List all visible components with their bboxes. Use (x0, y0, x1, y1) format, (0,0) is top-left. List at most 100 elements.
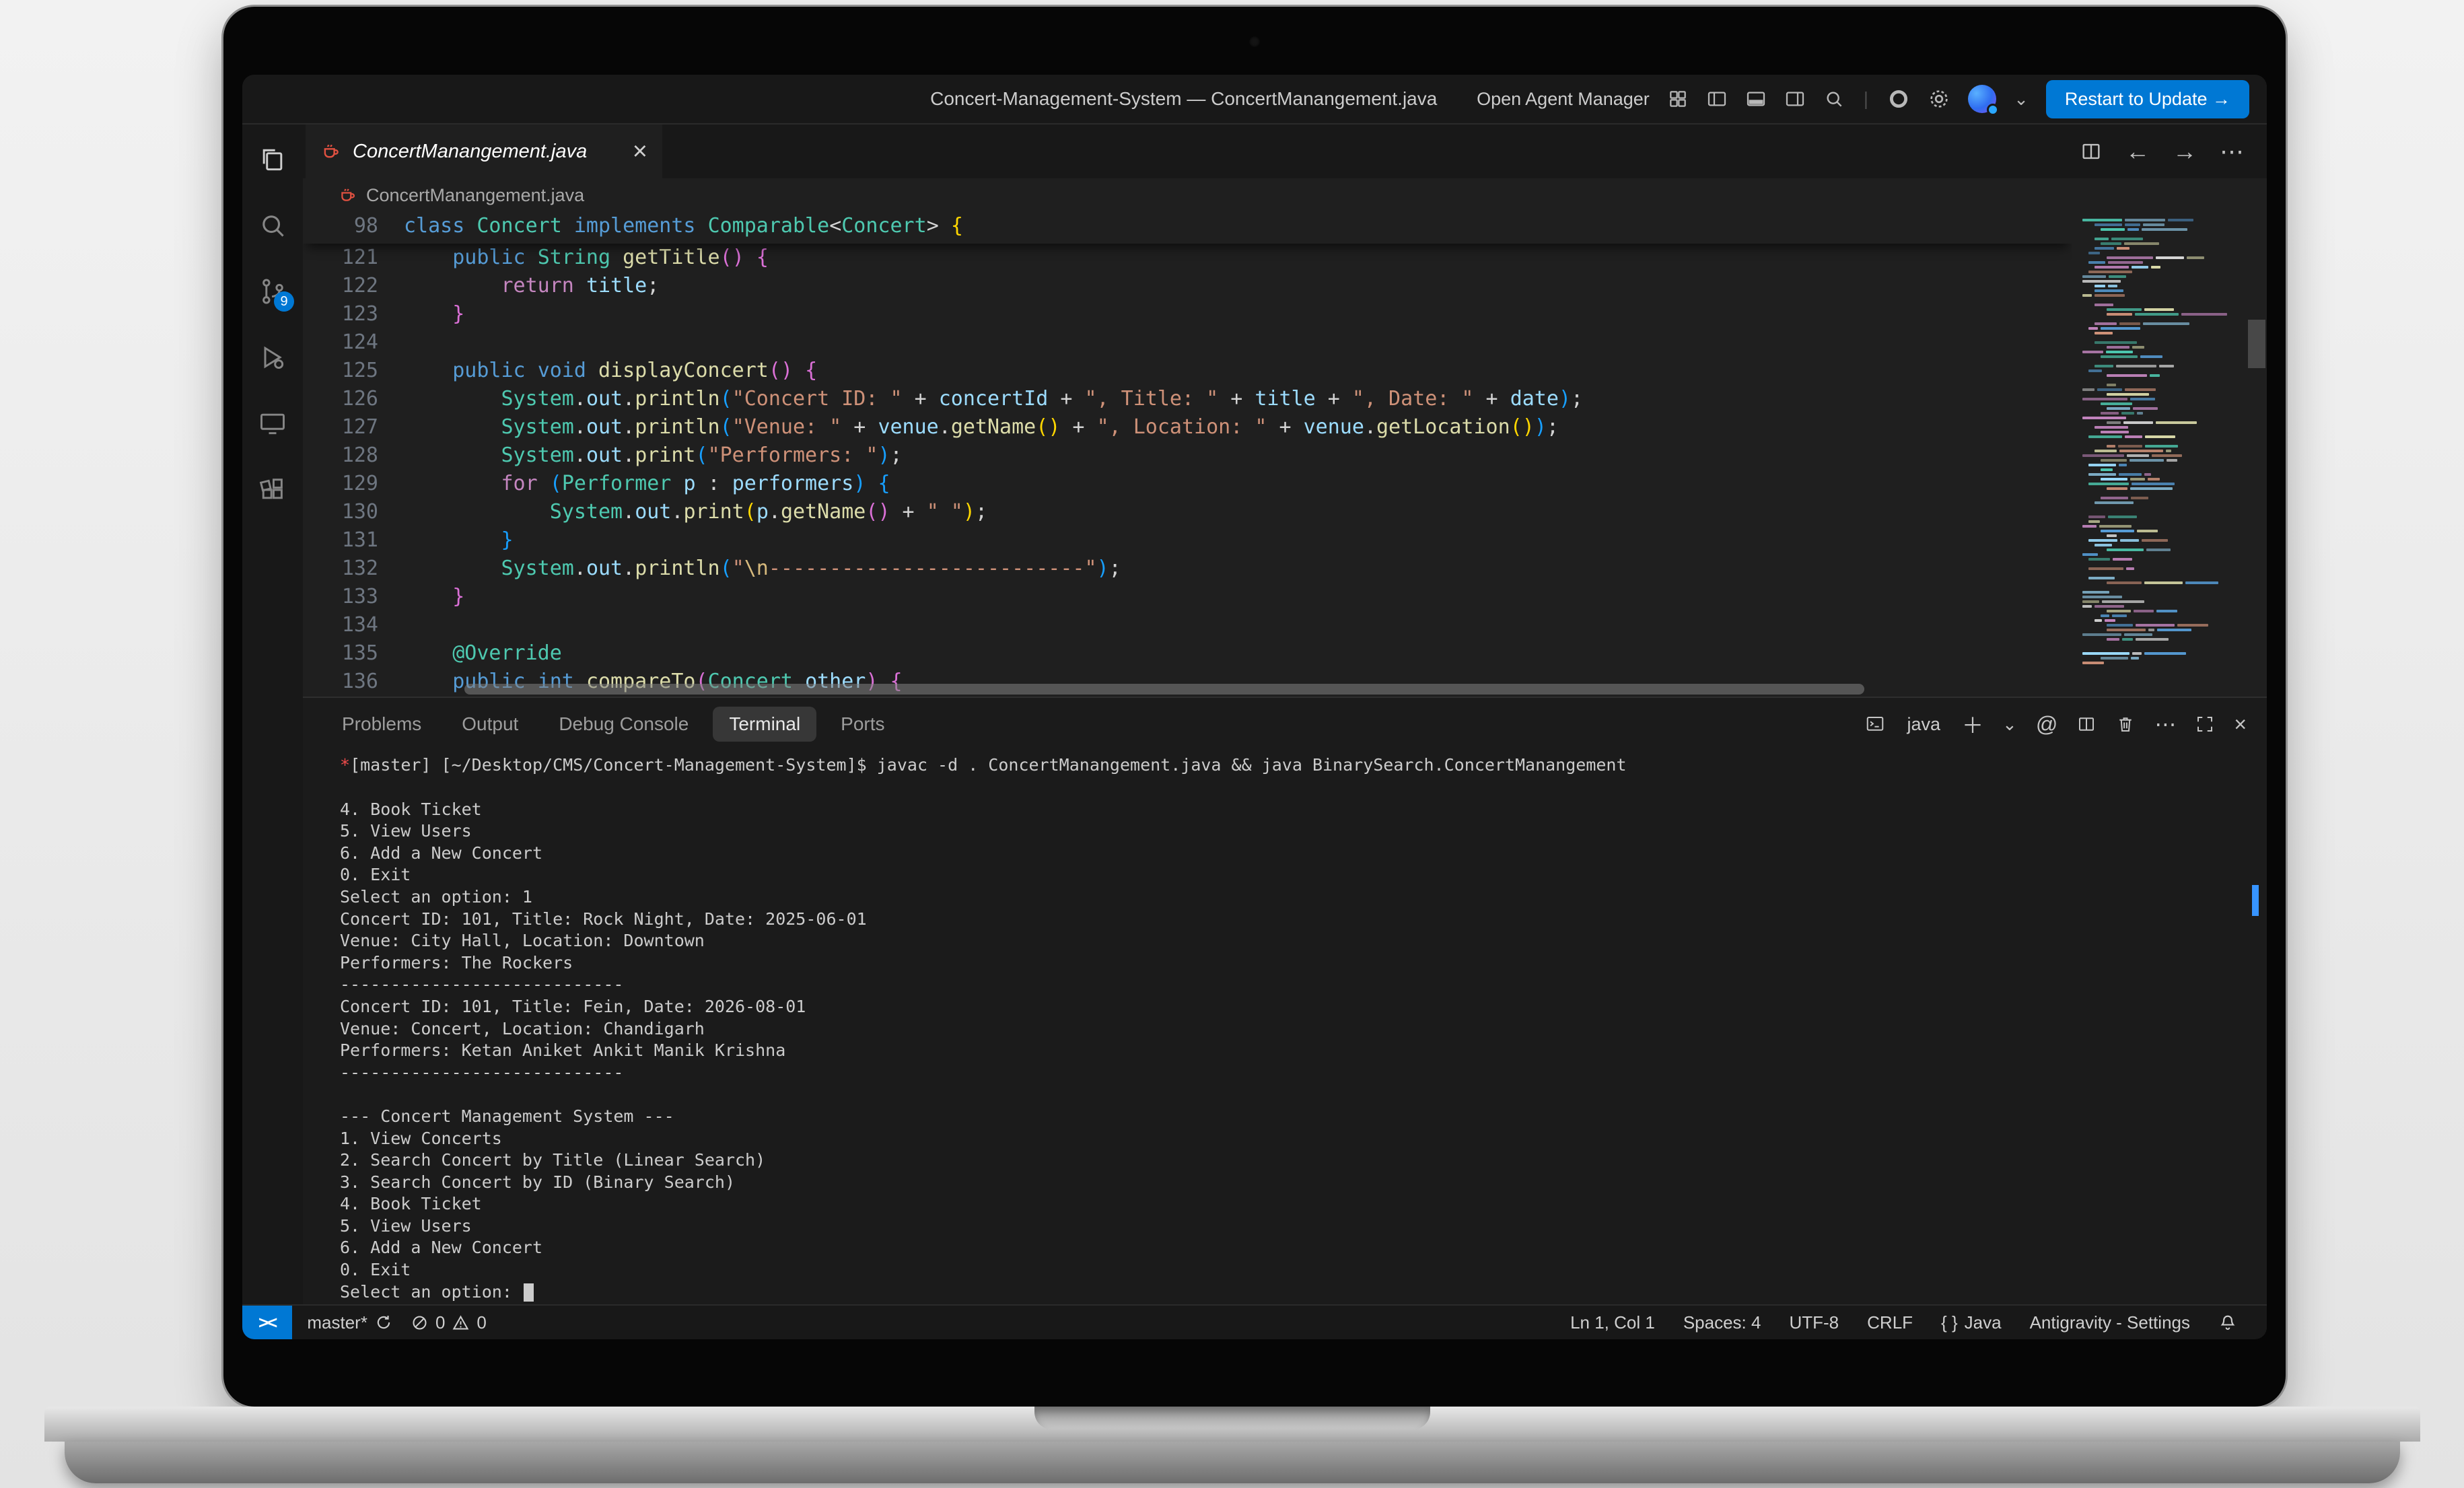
line-number: 132 (303, 555, 404, 583)
code-line[interactable]: 125 public void displayConcert() { (303, 357, 2072, 385)
code-line[interactable]: 135 @Override (303, 639, 2072, 668)
new-terminal-icon[interactable]: ＋ (1962, 709, 1983, 740)
kill-terminal-icon[interactable] (2115, 714, 2136, 734)
code-area[interactable]: 98class Concert implements Comparable<Co… (303, 212, 2072, 697)
layout-grid-icon[interactable] (1667, 88, 1689, 110)
terminal-line: Concert ID: 101, Title: Rock Night, Date… (340, 909, 2267, 931)
editor: 98class Concert implements Comparable<Co… (303, 212, 2267, 697)
account-avatar[interactable] (1968, 85, 1996, 113)
window-title: Concert-Management-System — ConcertManan… (930, 88, 1437, 110)
cursor-position[interactable]: Ln 1, Col 1 (1570, 1312, 1655, 1333)
terminal-input-line[interactable]: Select an option: (340, 1281, 2267, 1304)
language-mode[interactable]: { } Java (1941, 1312, 2002, 1333)
code-line[interactable]: 130 System.out.print(p.getName() + " "); (303, 498, 2072, 526)
warnings-icon (452, 1314, 470, 1332)
tab-close-icon[interactable]: × (633, 139, 647, 164)
terminal-scrollbar-thumb[interactable] (2252, 885, 2259, 916)
panel-header: Problems OutputDebug ConsoleTerminalPorts… (303, 698, 2267, 750)
chevron-down-icon[interactable]: ⌄ (2014, 89, 2029, 110)
panel-tab-ports[interactable]: Ports (824, 707, 901, 742)
source-control-icon[interactable]: 9 (256, 275, 289, 308)
code-line[interactable]: 123 } (303, 300, 2072, 328)
language-name: Java (1965, 1312, 2002, 1333)
line-number: 125 (303, 357, 404, 385)
terminal-line: 5. View Users (340, 1215, 2267, 1238)
problems-indicator[interactable]: 0 0 (411, 1312, 487, 1333)
tab-concertmanangement-java[interactable]: ConcertManangement.java × (306, 125, 662, 178)
search-icon[interactable] (1823, 88, 1845, 110)
sticky-scroll-line[interactable]: 98class Concert implements Comparable<Co… (303, 212, 2072, 244)
code-line[interactable]: 129 for (Performer p : performers) { (303, 470, 2072, 498)
code-line[interactable]: 134 (303, 611, 2072, 639)
toggle-secondary-sidebar-icon[interactable] (1784, 88, 1806, 110)
navigate-back-icon[interactable]: ← (2125, 137, 2150, 166)
code-line[interactable]: 133 } (303, 583, 2072, 611)
editor-more-actions-icon[interactable]: ⋯ (2220, 137, 2244, 166)
eol-sequence[interactable]: CRLF (1867, 1312, 1913, 1333)
errors-icon (411, 1314, 429, 1332)
navigate-forward-icon[interactable]: → (2173, 137, 2197, 166)
restart-to-update-button[interactable]: Restart to Update → (2046, 80, 2249, 118)
errors-count: 0 (435, 1312, 445, 1333)
terminal-line: 4. Book Ticket (340, 1193, 2267, 1215)
panel-tab-problems[interactable]: Problems (326, 707, 437, 742)
settings-mode[interactable]: Antigravity - Settings (2030, 1312, 2190, 1333)
line-number: 128 (303, 441, 404, 470)
code-line[interactable]: 124 (303, 328, 2072, 357)
search-sidebar-icon[interactable] (256, 209, 289, 242)
encoding[interactable]: UTF-8 (1789, 1312, 1839, 1333)
line-number: 136 (303, 668, 404, 696)
panel-tab-terminal[interactable]: Terminal (713, 707, 816, 742)
split-editor-icon[interactable] (2080, 140, 2103, 163)
line-number: 134 (303, 611, 404, 639)
panel-tabs: Problems OutputDebug ConsoleTerminalPorts (326, 707, 901, 742)
editor-scrollbar-thumb[interactable] (2248, 320, 2265, 368)
minimap[interactable] (2072, 212, 2267, 697)
terminal-shell-label[interactable]: java (1907, 714, 1940, 735)
code-line[interactable]: 128 System.out.print("Performers: "); (303, 441, 2072, 470)
terminal-dropdown-icon[interactable]: ⌄ (2002, 714, 2017, 735)
sync-icon (374, 1313, 393, 1332)
close-panel-icon[interactable]: × (2234, 712, 2247, 737)
code-line[interactable]: 127 System.out.println("Venue: " + venue… (303, 413, 2072, 441)
open-agent-manager-button[interactable]: Open Agent Manager (1477, 89, 1650, 110)
terminal-line: 6. Add a New Concert (340, 843, 2267, 865)
antigravity-logo-icon[interactable] (1887, 87, 1910, 110)
breadcrumb[interactable]: ConcertManangement.java (303, 178, 2267, 212)
panel-more-actions-icon[interactable]: ⋯ (2154, 711, 2176, 737)
terminal-line: Concert ID: 101, Title: Fein, Date: 2026… (340, 996, 2267, 1018)
branch-indicator[interactable]: master* (307, 1312, 393, 1333)
code-line[interactable]: 132 System.out.println("\n--------------… (303, 555, 2072, 583)
line-number: 133 (303, 583, 404, 611)
settings-gear-icon[interactable] (1928, 87, 1950, 110)
panel-tab-debug-console[interactable]: Debug Console (542, 707, 705, 742)
split-terminal-icon[interactable] (2076, 714, 2097, 734)
terminal-output: 4. Book Ticket5. View Users6. Add a New … (340, 799, 2267, 1281)
toggle-sidebar-icon[interactable] (1706, 88, 1728, 110)
terminal-profile-icon[interactable] (1865, 714, 1885, 734)
webcam (1249, 36, 1260, 47)
code-line[interactable]: 121 public String getTitle() { (303, 244, 2072, 272)
toggle-panel-icon[interactable] (1745, 88, 1767, 110)
extensions-icon[interactable] (256, 473, 289, 505)
terminal-command: javac -d . ConcertManangement.java && ja… (867, 755, 1627, 775)
at-icon[interactable]: @ (2036, 712, 2057, 737)
code-line[interactable]: 126 System.out.println("Concert ID: " + … (303, 385, 2072, 413)
scm-badge: 9 (274, 291, 294, 312)
code-line[interactable]: 131 } (303, 526, 2072, 555)
terminal-line: 5. View Users (340, 820, 2267, 843)
line-number: 129 (303, 470, 404, 498)
panel-tab-output[interactable]: Output (446, 707, 534, 742)
explorer-icon[interactable] (256, 143, 289, 176)
notifications-bell-icon[interactable] (2218, 1313, 2237, 1332)
line-number: 135 (303, 639, 404, 668)
remote-explorer-icon[interactable] (256, 407, 289, 439)
run-debug-icon[interactable] (256, 341, 289, 374)
code-line[interactable]: 98class Concert implements Comparable<Co… (303, 212, 2072, 240)
horizontal-scrollbar[interactable] (464, 684, 1864, 695)
maximize-panel-icon[interactable] (2195, 714, 2215, 734)
code-line[interactable]: 122 return title; (303, 272, 2072, 300)
remote-indicator[interactable]: >< (242, 1306, 292, 1339)
indentation[interactable]: Spaces: 4 (1683, 1312, 1761, 1333)
terminal[interactable]: *[master] [~/Desktop/CMS/Concert-Managem… (303, 750, 2267, 1304)
